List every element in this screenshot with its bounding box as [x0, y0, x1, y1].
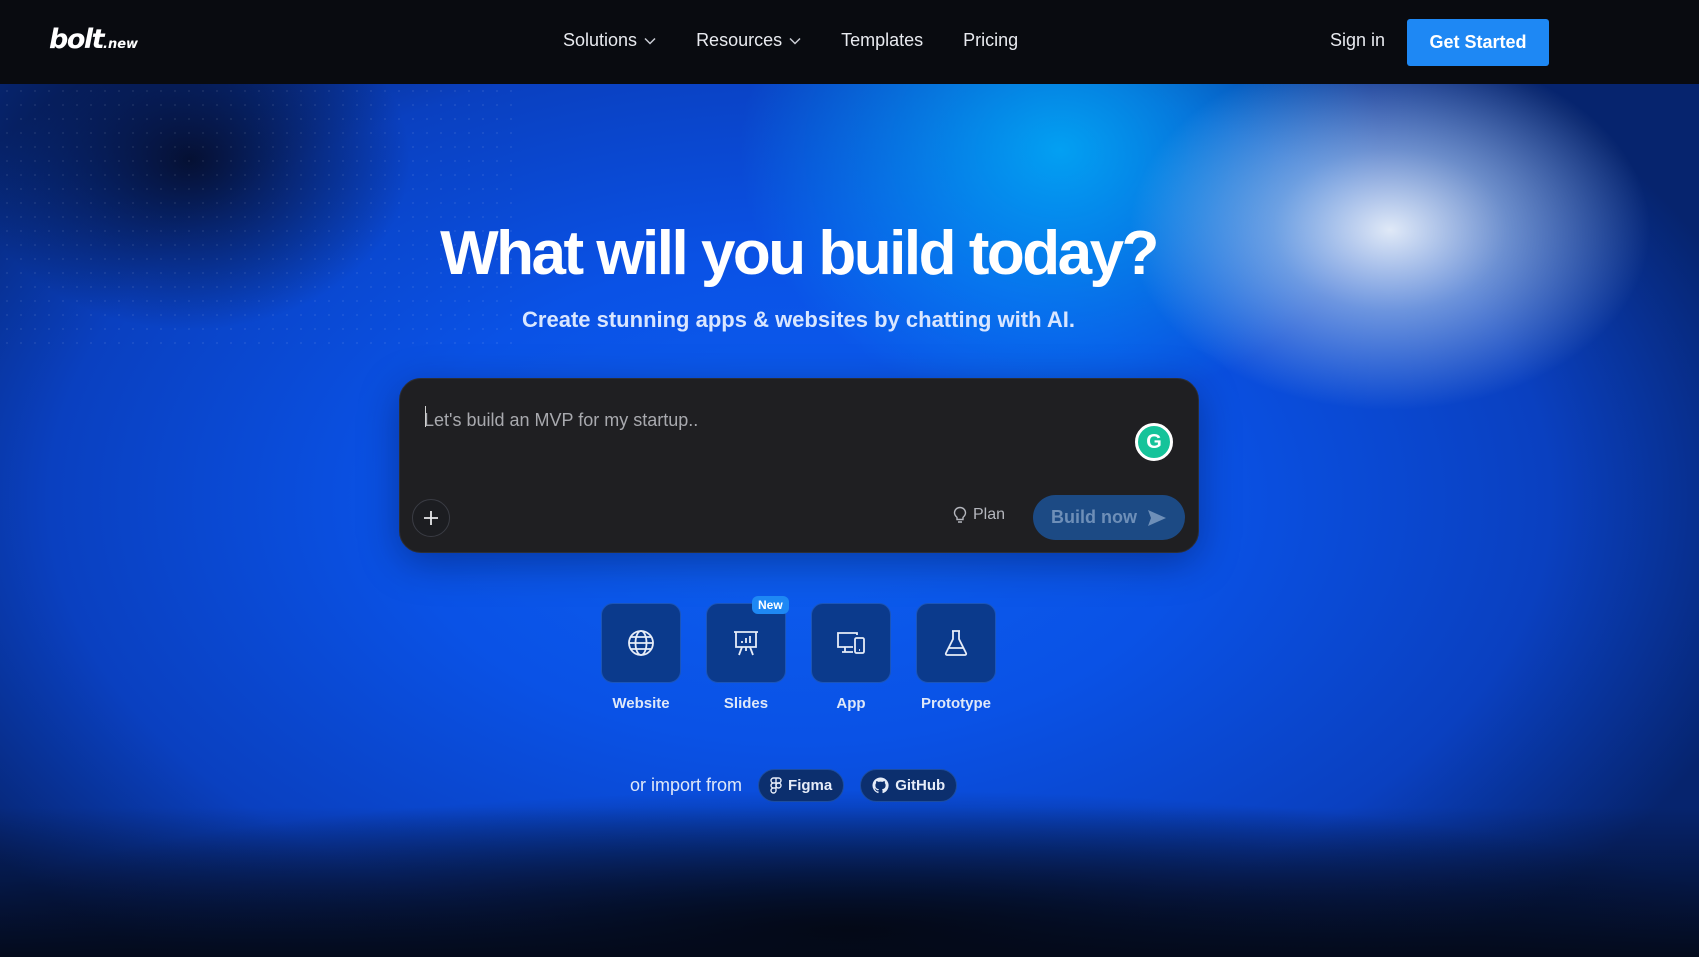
plan-button[interactable]: Plan [953, 506, 1005, 524]
plan-label: Plan [973, 506, 1006, 523]
get-started-button[interactable]: Get Started [1407, 19, 1549, 66]
lightbulb-icon [953, 506, 967, 523]
chevron-down-icon [789, 37, 801, 45]
action-tile [601, 603, 681, 683]
nav-resources-label: Resources [696, 30, 783, 50]
figma-icon [770, 777, 782, 794]
build-now-button[interactable]: Build now [1033, 495, 1185, 540]
action-tile [811, 603, 891, 683]
flask-icon [944, 630, 968, 656]
import-row: or import from Figma GitHub [630, 769, 973, 802]
figma-label: Figma [788, 777, 833, 794]
nav-templates-label: Templates [841, 30, 924, 50]
globe-icon [628, 630, 654, 656]
page: bolt.new Solutions Resources Templates P… [0, 0, 1699, 957]
prompt-box: G Plan Build now [399, 378, 1199, 553]
top-navbar: bolt.new Solutions Resources Templates P… [0, 0, 1699, 84]
nav-resources[interactable]: Resources [696, 30, 801, 51]
grammarly-letter: G [1146, 430, 1162, 453]
github-icon [872, 777, 889, 794]
nav-templates[interactable]: Templates [841, 30, 923, 51]
action-tile [706, 603, 786, 683]
action-label: Prototype [920, 695, 991, 712]
bottom-fade [0, 807, 1699, 957]
action-app[interactable]: App [811, 603, 891, 712]
import-figma-button[interactable]: Figma [758, 769, 845, 802]
nav-pricing[interactable]: Pricing [963, 30, 1018, 51]
sign-in-link[interactable]: Sign in [1330, 30, 1385, 51]
nav-solutions-label: Solutions [563, 30, 638, 50]
action-website[interactable]: Website [601, 603, 681, 712]
text-caret [425, 406, 426, 427]
presentation-icon [734, 631, 758, 656]
plus-icon [424, 511, 438, 525]
devices-icon [837, 632, 865, 654]
prompt-input[interactable] [424, 405, 1104, 435]
main-nav: Solutions Resources Templates Pricing [563, 30, 1058, 51]
import-text: or import from [630, 775, 743, 795]
github-label: GitHub [895, 777, 946, 794]
nav-pricing-label: Pricing [963, 30, 1019, 50]
quick-actions: Website New Slides App Prototype [601, 596, 996, 712]
nav-solutions[interactable]: Solutions [563, 30, 656, 51]
action-tile [916, 603, 996, 683]
action-label: Slides [723, 695, 769, 712]
page-title: What will you build today? [440, 219, 1159, 288]
chevron-down-icon [644, 37, 656, 45]
add-attachment-button[interactable] [412, 499, 450, 537]
import-github-button[interactable]: GitHub [860, 769, 958, 802]
page-subtitle: Create stunning apps & websites by chatt… [522, 307, 1075, 332]
bolt-logo[interactable]: bolt.new [49, 24, 138, 55]
action-label: Website [612, 695, 670, 712]
build-now-label: Build now [1051, 507, 1137, 527]
dot-pattern [0, 84, 520, 344]
send-icon [1147, 509, 1166, 526]
action-slides[interactable]: New Slides [706, 596, 789, 712]
logo-suffix: .new [103, 37, 139, 52]
action-label: App [836, 695, 866, 712]
logo-main: bolt [49, 24, 105, 55]
new-badge: New [752, 596, 789, 614]
grammarly-icon[interactable]: G [1135, 423, 1173, 461]
action-prototype[interactable]: Prototype [916, 603, 996, 712]
